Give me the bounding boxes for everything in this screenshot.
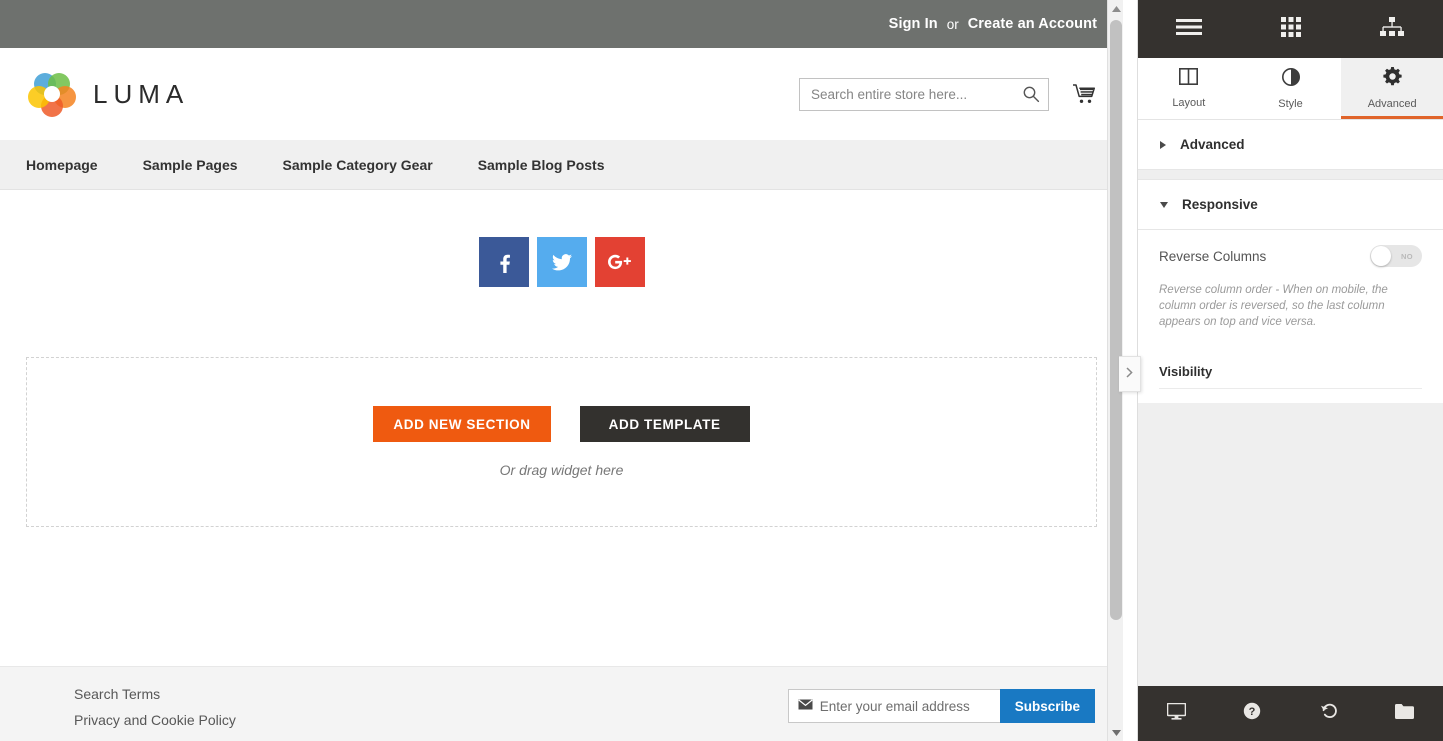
store-navigation: Homepage Sample Pages Sample Category Ge… bbox=[0, 140, 1123, 190]
panel-bottombar: ? bbox=[1138, 686, 1443, 741]
section-dropzone[interactable]: ADD NEW SECTION ADD TEMPLATE Or drag wid… bbox=[26, 357, 1097, 527]
panel-topbar bbox=[1138, 0, 1443, 58]
widgets-grid-button[interactable] bbox=[1240, 0, 1342, 58]
toggle-knob bbox=[1371, 246, 1391, 266]
structure-tree-button[interactable] bbox=[1341, 0, 1443, 58]
google-plus-button[interactable] bbox=[594, 237, 645, 287]
google-plus-icon bbox=[607, 254, 631, 270]
hamburger-icon bbox=[1175, 18, 1202, 41]
preview-desktop-button[interactable] bbox=[1138, 686, 1214, 741]
newsletter-field[interactable] bbox=[787, 689, 1000, 723]
panel-body: Advanced Responsive Reverse Columns NO R… bbox=[1138, 120, 1443, 403]
help-button[interactable]: ? bbox=[1214, 686, 1290, 741]
add-template-button[interactable]: ADD TEMPLATE bbox=[579, 406, 750, 442]
utility-separator: or bbox=[946, 16, 959, 32]
logo-text: LUMA bbox=[93, 78, 190, 109]
tab-layout-label: Layout bbox=[1172, 97, 1206, 109]
accordion-advanced-title: Advanced bbox=[1180, 137, 1245, 152]
facebook-icon bbox=[499, 254, 510, 273]
reverse-columns-help: Reverse column order - When on mobile, t… bbox=[1159, 284, 1388, 328]
nav-item-homepage[interactable]: Homepage bbox=[26, 157, 98, 173]
builder-panel: Layout Style Advanced Advanced Responsiv… bbox=[1137, 0, 1443, 741]
utility-bar: Sign In or Create an Account bbox=[0, 0, 1123, 48]
monitor-icon bbox=[1166, 702, 1186, 725]
folder-icon bbox=[1395, 703, 1415, 724]
reverse-columns-toggle[interactable]: NO bbox=[1370, 245, 1422, 267]
luma-flower-logo-icon bbox=[28, 70, 76, 118]
accordion-responsive[interactable]: Responsive bbox=[1138, 180, 1443, 230]
tab-style-label: Style bbox=[1278, 97, 1303, 110]
scrollbar-thumb[interactable] bbox=[1110, 20, 1122, 620]
columns-icon bbox=[1179, 68, 1199, 90]
page-content: ADD NEW SECTION ADD TEMPLATE Or drag wid… bbox=[0, 190, 1123, 527]
contrast-icon bbox=[1281, 67, 1300, 91]
reverse-columns-toggle-text: NO bbox=[1400, 251, 1413, 261]
nav-item-sample-category-gear[interactable]: Sample Category Gear bbox=[283, 157, 433, 173]
reverse-columns-label: Reverse Columns bbox=[1159, 248, 1267, 264]
twitter-button[interactable] bbox=[536, 237, 587, 287]
create-account-link[interactable]: Create an Account bbox=[968, 16, 1097, 32]
shopping-cart-icon[interactable] bbox=[1071, 81, 1097, 107]
twitter-icon bbox=[551, 254, 572, 271]
field-reverse-columns: Reverse Columns NO bbox=[1138, 230, 1443, 282]
accordion-responsive-title: Responsive bbox=[1182, 197, 1258, 212]
store-footer: Search Terms Privacy and Cookie Policy S… bbox=[0, 666, 1123, 741]
dropzone-actions: ADD NEW SECTION ADD TEMPLATE bbox=[373, 406, 750, 442]
accordion-gap bbox=[1138, 170, 1443, 180]
add-new-section-button[interactable]: ADD NEW SECTION bbox=[373, 406, 551, 442]
dropzone-hint: Or drag widget here bbox=[499, 462, 624, 478]
sitemap-icon bbox=[1380, 16, 1405, 42]
panel-tabs: Layout Style Advanced bbox=[1138, 58, 1443, 120]
tab-layout[interactable]: Layout bbox=[1138, 58, 1240, 119]
tab-advanced[interactable]: Advanced bbox=[1341, 58, 1443, 119]
chevron-right-icon bbox=[1126, 365, 1133, 383]
history-undo-button[interactable] bbox=[1291, 686, 1367, 741]
nav-item-sample-pages[interactable]: Sample Pages bbox=[143, 157, 238, 173]
question-circle-icon: ? bbox=[1243, 702, 1261, 725]
social-widget bbox=[0, 190, 1123, 287]
envelope-icon bbox=[798, 697, 813, 715]
gear-icon bbox=[1383, 67, 1402, 91]
search-input[interactable] bbox=[811, 86, 1022, 102]
chevron-down-icon bbox=[1160, 201, 1168, 208]
facebook-button[interactable] bbox=[478, 237, 529, 287]
store-header: LUMA bbox=[0, 48, 1123, 140]
nav-item-sample-blog-posts[interactable]: Sample Blog Posts bbox=[478, 157, 605, 173]
accordion-advanced[interactable]: Advanced bbox=[1138, 120, 1443, 170]
svg-text:?: ? bbox=[1249, 706, 1256, 718]
search-icon[interactable] bbox=[1022, 85, 1040, 103]
chevron-right-icon bbox=[1160, 140, 1166, 149]
store-search[interactable] bbox=[799, 77, 1049, 111]
visibility-note: Attention: The display settings (show/hi… bbox=[1138, 389, 1443, 403]
scroll-up-arrow-icon[interactable] bbox=[1108, 0, 1123, 17]
tab-style[interactable]: Style bbox=[1239, 58, 1342, 119]
tab-advanced-label: Advanced bbox=[1367, 98, 1417, 110]
visibility-title: Visibility bbox=[1159, 364, 1213, 379]
scroll-down-arrow-icon[interactable] bbox=[1108, 724, 1123, 741]
store-logo[interactable]: LUMA bbox=[28, 70, 189, 118]
sign-in-link[interactable]: Sign In bbox=[889, 16, 938, 32]
header-actions bbox=[799, 77, 1097, 111]
panel-collapse-tab[interactable] bbox=[1119, 356, 1141, 392]
subscribe-button[interactable]: Subscribe bbox=[999, 689, 1095, 723]
panel-filler bbox=[1138, 403, 1443, 686]
templates-folder-button[interactable] bbox=[1367, 686, 1443, 741]
storefront-preview: Sign In or Create an Account LUMA Search… bbox=[0, 0, 1123, 741]
newsletter-form: Subscribe bbox=[787, 689, 1095, 723]
hamburger-menu-button[interactable] bbox=[1138, 0, 1240, 58]
newsletter-email-input[interactable] bbox=[819, 698, 1000, 714]
undo-icon bbox=[1320, 702, 1338, 725]
grid-icon bbox=[1280, 16, 1301, 42]
